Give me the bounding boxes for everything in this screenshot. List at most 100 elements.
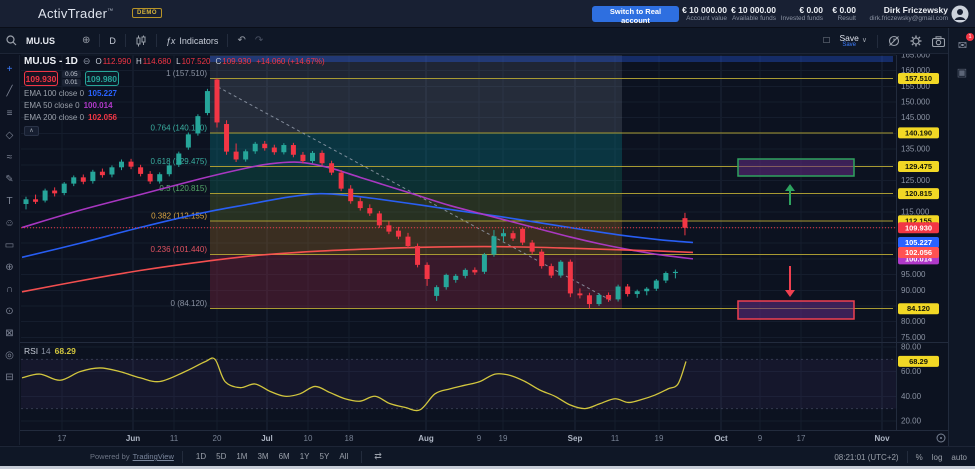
divider <box>877 35 878 48</box>
hide-drawings-icon[interactable]: ◎ <box>0 345 19 367</box>
candle <box>511 233 516 238</box>
candle <box>81 177 86 181</box>
candle <box>367 208 372 213</box>
candle <box>339 173 344 189</box>
candle <box>568 262 573 294</box>
buy-button[interactable]: 109.980 <box>85 71 119 86</box>
auto-scale-button[interactable]: auto <box>951 453 967 462</box>
log-scale-button[interactable]: log <box>932 453 943 462</box>
minus-circle-icon[interactable]: ⊖ <box>83 56 91 67</box>
range-6m[interactable]: 6M <box>279 452 290 461</box>
lock-drawings-icon[interactable]: ⊠ <box>0 323 19 345</box>
axis-badge-text: 109.930 <box>905 223 932 232</box>
brush-icon[interactable]: ✎ <box>0 169 19 191</box>
candle <box>415 246 420 265</box>
time-axis-label: 19 <box>655 434 664 443</box>
target-zone-upper[interactable] <box>738 159 854 176</box>
range-1m[interactable]: 1M <box>236 452 247 461</box>
result-group: € 0.00Result <box>806 5 856 23</box>
chart-toolbar-right: □ SaveSave ∨ <box>823 28 945 54</box>
time-axis-label: 9 <box>758 434 763 443</box>
elliott-wave-icon[interactable]: ≈ <box>0 147 19 169</box>
gear-icon[interactable] <box>910 35 922 47</box>
chevron-down-icon[interactable]: ∨ <box>862 28 867 54</box>
ema200-label: EMA 200 close 0 <box>24 113 84 122</box>
fib-retracement-icon[interactable]: ≡ <box>0 103 19 125</box>
undo-icon[interactable]: ↶ <box>237 28 245 54</box>
time-axis-label: 11 <box>170 434 179 443</box>
refresh-icon[interactable]: ⇄ <box>374 451 382 462</box>
collapse-legend-button[interactable]: ∧ <box>24 126 39 136</box>
time-axis-label: Jul <box>261 434 273 443</box>
candle <box>52 191 57 194</box>
low-value: 107.520 <box>182 57 211 66</box>
range-5y[interactable]: 5Y <box>320 452 330 461</box>
symbol-title: MU.US - 1D <box>24 56 78 67</box>
range-5d[interactable]: 5D <box>216 452 226 461</box>
zoom-in-icon[interactable]: ⊕ <box>0 257 19 279</box>
notifications-button[interactable]: ✉ 1 <box>949 36 975 56</box>
candle <box>253 144 258 152</box>
layout-icon[interactable]: □ <box>823 28 829 54</box>
candle <box>425 265 430 279</box>
candle <box>463 270 468 276</box>
open-label: O <box>95 57 101 66</box>
tradingview-link[interactable]: TradingView <box>133 452 174 461</box>
range-1y[interactable]: 1Y <box>300 452 310 461</box>
range-1d[interactable]: 1D <box>196 452 206 461</box>
price-axis-label: 95.000 <box>901 270 926 279</box>
ema100-row: EMA 100 close 0 105.227 <box>24 89 325 98</box>
candle <box>558 262 563 276</box>
indicators-button[interactable]: Indicators <box>179 36 218 46</box>
spread-bottom: 0.01 <box>62 79 81 86</box>
target-zone-lower[interactable] <box>738 301 854 319</box>
draw-mode-icon[interactable]: ⊙ <box>0 301 19 323</box>
camera-icon[interactable] <box>932 36 945 47</box>
rsi-legend: RSI1468.29 <box>24 346 76 356</box>
top-bar: ActivTrader™ DEMO Switch to Real account… <box>0 0 975 28</box>
delete-drawings-icon[interactable]: ⊟ <box>0 367 19 389</box>
sell-button[interactable]: 109.930 <box>24 71 58 86</box>
avatar[interactable] <box>951 5 969 23</box>
candle <box>148 174 153 182</box>
magnet-icon[interactable]: ∩ <box>0 279 19 301</box>
rsi-axis-label: 80.00 <box>901 343 922 352</box>
ema100-value: 105.227 <box>88 89 117 98</box>
time-axis-label: Aug <box>418 434 434 443</box>
pattern-icon[interactable]: ◇ <box>0 125 19 147</box>
candle <box>530 243 535 252</box>
envelope-icon: ✉ <box>958 40 967 52</box>
candle <box>386 225 391 231</box>
divider <box>99 34 100 47</box>
axis-badge-text: 84.120 <box>907 304 930 313</box>
candle <box>453 276 458 280</box>
emoji-icon[interactable]: ☺ <box>0 213 19 235</box>
ema100-label: EMA 100 close 0 <box>24 89 84 98</box>
trademark: ™ <box>107 9 113 15</box>
ema200-value: 102.056 <box>88 113 117 122</box>
percent-scale-button[interactable]: % <box>916 453 923 462</box>
search-icon[interactable] <box>6 35 17 46</box>
candle <box>262 144 267 148</box>
axis-badge-text: 120.815 <box>905 189 932 198</box>
news-panel-icon[interactable]: ▣ <box>949 66 975 79</box>
range-3m[interactable]: 3M <box>257 452 268 461</box>
price-axis-label: 150.000 <box>901 98 930 107</box>
symbol-search[interactable]: MU.US <box>26 36 55 46</box>
fib-label: 0.382 (112.155) <box>151 211 207 220</box>
measure-icon[interactable]: ▭ <box>0 235 19 257</box>
candle-style-icon[interactable] <box>135 35 147 47</box>
save-button[interactable]: SaveSave ∨ <box>840 28 868 54</box>
candle <box>100 172 105 175</box>
candle <box>377 213 382 225</box>
crosshair-icon[interactable]: + <box>0 59 19 81</box>
interval-button[interactable]: D <box>109 36 116 46</box>
alert-off-icon[interactable] <box>888 35 900 47</box>
trend-line-icon[interactable]: ╱ <box>0 81 19 103</box>
text-tool-icon[interactable]: T <box>0 191 19 213</box>
redo-icon[interactable]: ↷ <box>255 28 263 54</box>
candle <box>616 287 621 300</box>
candle <box>119 162 124 168</box>
compare-add-icon[interactable]: ⊕ <box>82 28 90 54</box>
range-all[interactable]: All <box>339 452 348 461</box>
